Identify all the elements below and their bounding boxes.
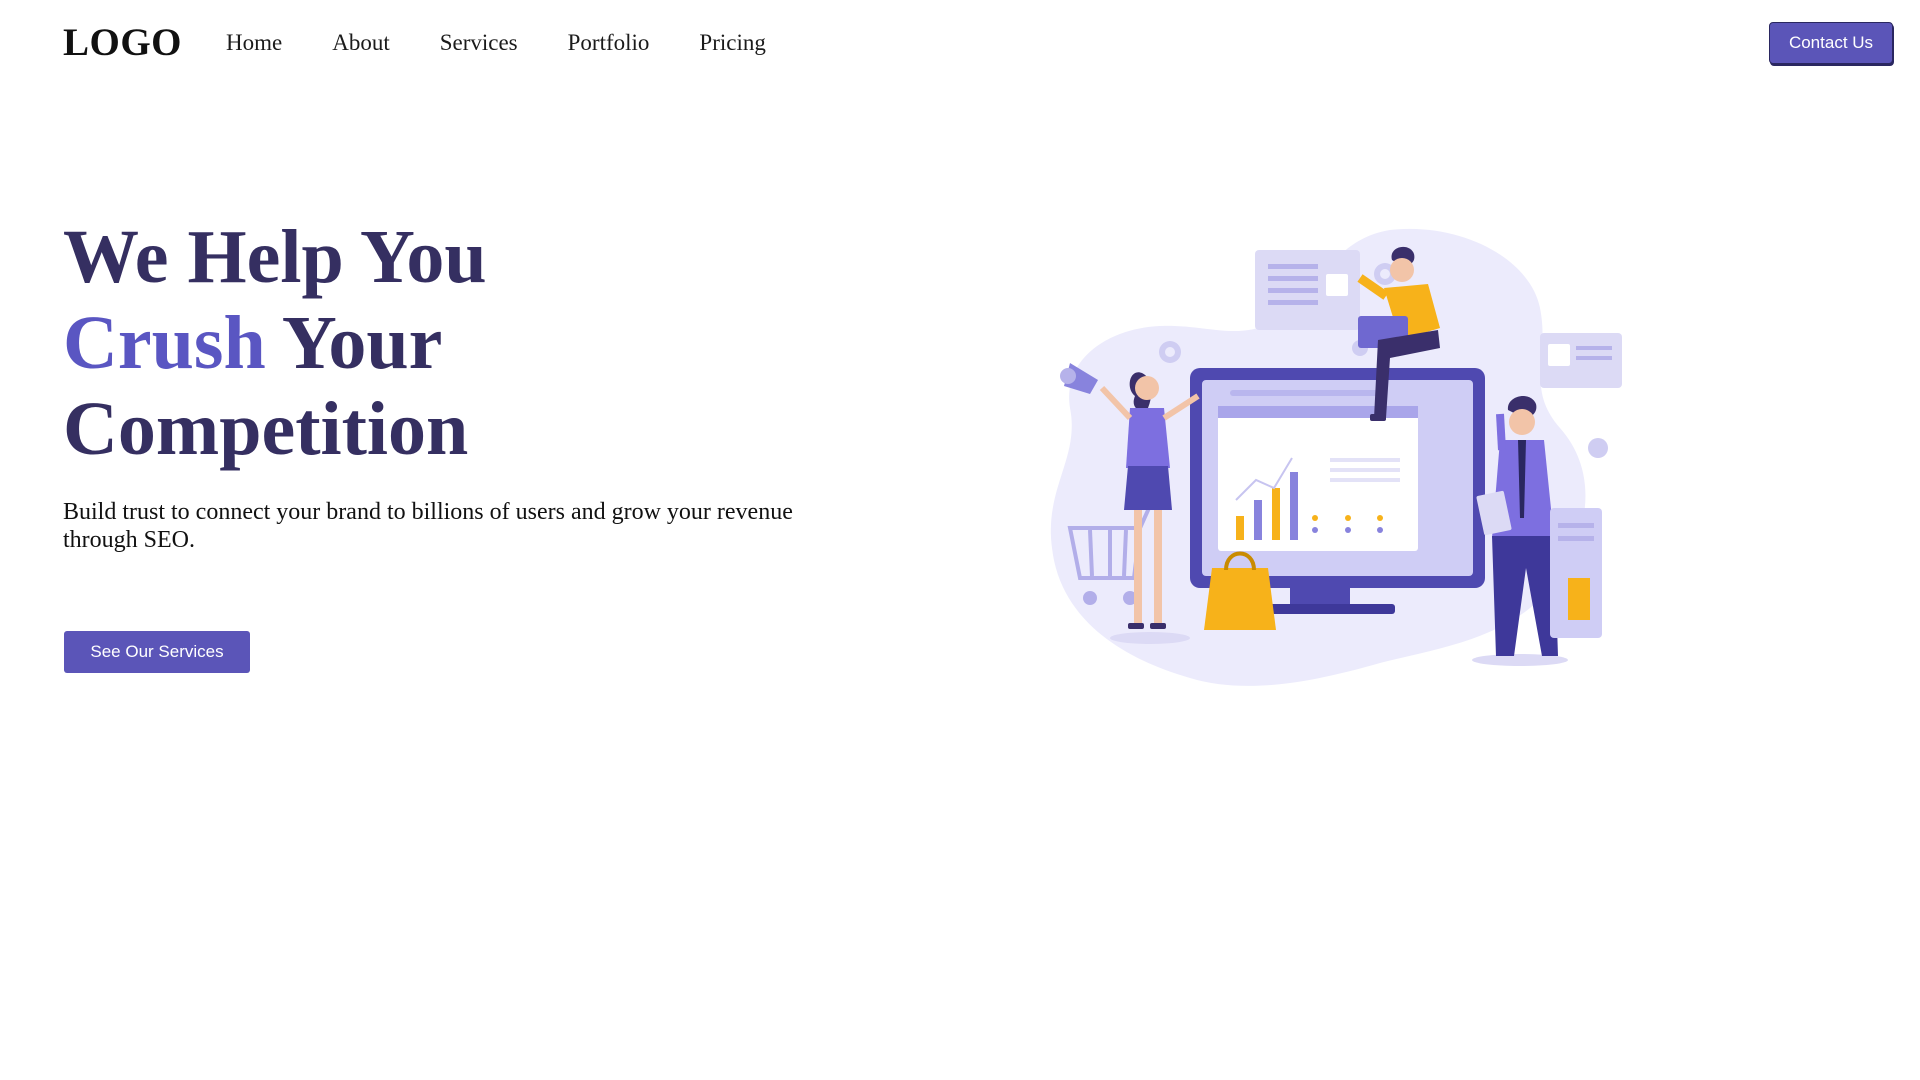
nav-link-about[interactable]: About (332, 27, 390, 59)
floating-card-right (1540, 333, 1622, 388)
nav-link-portfolio[interactable]: Portfolio (568, 27, 650, 59)
contact-us-button[interactable]: Contact Us (1769, 22, 1893, 64)
nav-link-home[interactable]: Home (226, 27, 282, 59)
main-nav: Home About Services Portfolio Pricing (226, 27, 766, 59)
illustration-svg (1050, 228, 1622, 686)
hero-title-line-2-rest: Your (265, 301, 443, 385)
see-our-services-button[interactable]: See Our Services (64, 631, 250, 673)
hero-title-accent-word: Crush (63, 301, 266, 385)
hero-title-line-3: Competition (63, 387, 469, 471)
nav-link-services[interactable]: Services (440, 27, 518, 59)
hero-title-line-2: Crush Your (63, 300, 487, 386)
hero-subtitle: Build trust to connect your brand to bil… (63, 499, 793, 553)
hero-title-line-1: We Help You (63, 215, 487, 299)
logo[interactable]: LOGO (63, 20, 182, 66)
cart-wheel-1 (1083, 591, 1097, 605)
server-block (1550, 508, 1602, 638)
floating-dot-3 (1588, 438, 1608, 458)
seo-analytics-illustration (1030, 218, 1630, 718)
hero-title: We Help You Crush Your Competition (63, 214, 487, 472)
navbar: LOGO Home About Services Portfolio Prici… (0, 0, 1920, 88)
floating-card-left (1255, 250, 1360, 330)
nav-link-pricing[interactable]: Pricing (699, 27, 765, 59)
